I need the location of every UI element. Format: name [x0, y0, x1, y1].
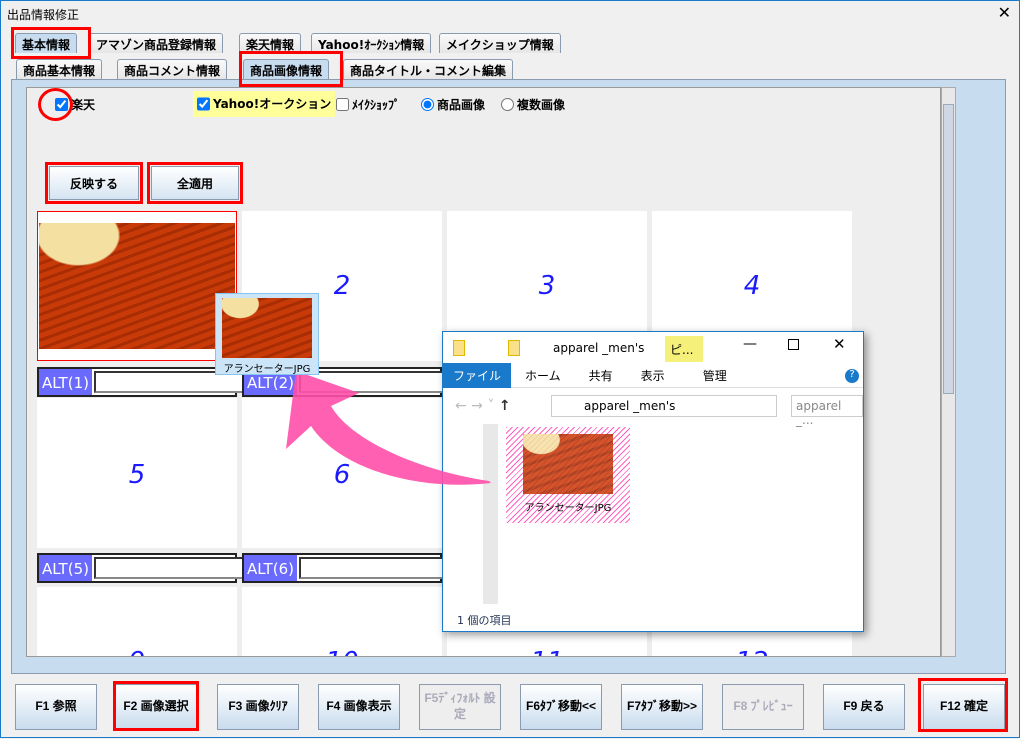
- ribbon-manage[interactable]: 管理: [679, 367, 751, 384]
- radio-single-label: 商品画像: [437, 98, 486, 112]
- f7-button[interactable]: F7ﾀﾌﾞ移動>>: [621, 684, 703, 730]
- radio-multi-label: 複数画像: [517, 98, 566, 112]
- folder-icon: [453, 340, 465, 356]
- maximize-icon[interactable]: [788, 339, 799, 350]
- alt-field-1: ALT(1): [37, 367, 275, 397]
- f2-button[interactable]: F2 画像選択: [115, 684, 197, 730]
- alt-field-6: ALT(6): [242, 553, 480, 583]
- sweater-image: [39, 223, 235, 349]
- minimize-icon[interactable]: —: [743, 336, 757, 352]
- f9-button[interactable]: F9 戻る: [823, 684, 905, 730]
- search-box[interactable]: apparel _...: [791, 395, 863, 427]
- makeshop-label: ﾒｲｸｼｮｯﾌﾟ: [352, 98, 401, 112]
- slot-number: 4: [743, 271, 761, 301]
- tab-product-basic[interactable]: 商品基本情報: [16, 59, 103, 79]
- slot-number: 3: [538, 271, 556, 301]
- slot-number: 12: [652, 647, 852, 656]
- slot-number: 5: [128, 460, 146, 490]
- alt-label: ALT(6): [244, 555, 297, 581]
- tab-yahoo[interactable]: Yahoo!ｵｰｸｼｮﾝ情報: [311, 33, 432, 53]
- ribbon-share[interactable]: 共有: [575, 367, 627, 384]
- ribbon-file[interactable]: ファイル: [443, 363, 512, 388]
- file-name: アランセーターJPG: [524, 503, 612, 514]
- close-icon[interactable]: ✕: [998, 3, 1011, 22]
- f8-button[interactable]: F8 ﾌﾟﾚﾋﾞｭｰ: [722, 684, 804, 730]
- alt-label: ALT(5): [39, 555, 92, 581]
- makeshop-checkbox[interactable]: ﾒｲｸｼｮｯﾌﾟ: [336, 96, 400, 113]
- nav-back-forward-icons[interactable]: ← → ˅ ↑: [455, 398, 511, 414]
- explorer-title: apparel _men's: [553, 341, 645, 355]
- f12-button[interactable]: F12 確定: [923, 684, 1005, 730]
- apply-all-button[interactable]: 全適用: [151, 166, 239, 200]
- ribbon-home[interactable]: ホーム: [511, 367, 575, 384]
- folder-icon: [508, 340, 520, 356]
- address-bar[interactable]: apparel _men's: [551, 395, 777, 417]
- address-path: apparel _men's: [584, 399, 676, 413]
- drag-label: アランセーターJPG: [223, 364, 311, 375]
- image-slot-6[interactable]: 6: [242, 398, 442, 548]
- tab-basic[interactable]: 基本情報: [15, 33, 78, 53]
- image-slot-1[interactable]: [37, 211, 237, 361]
- ribbon-view[interactable]: 表示: [627, 367, 679, 384]
- yahoo-label: Yahoo!オークション: [213, 97, 332, 111]
- picture-tools-tab[interactable]: ピ...: [665, 336, 703, 362]
- f4-button[interactable]: F4 画像表示: [318, 684, 400, 730]
- rakuten-label: 楽天: [71, 98, 96, 112]
- alt-field-5: ALT(5): [37, 553, 275, 583]
- tab-title-edit[interactable]: 商品タイトル・コメント編集: [343, 59, 514, 79]
- tab-amazon[interactable]: アマゾン商品登録情報: [89, 33, 224, 53]
- tab-makeshop[interactable]: メイクショップ情報: [439, 33, 561, 53]
- status-bar: 1 個の項目: [457, 614, 512, 627]
- nav-scrollbar[interactable]: [483, 424, 498, 604]
- slot-number: 11: [447, 647, 647, 656]
- apply-button[interactable]: 反映する: [49, 166, 139, 200]
- close-icon[interactable]: ✕: [833, 335, 846, 353]
- window-title: 出品情報修正: [7, 8, 80, 22]
- file-item[interactable]: アランセーターJPG: [506, 427, 630, 523]
- yahoo-checkbox[interactable]: Yahoo!オークション: [193, 91, 336, 117]
- tab-product-image[interactable]: 商品画像情報: [243, 59, 330, 79]
- f5-button[interactable]: F5ﾃﾞｨﾌｫﾙﾄ 設定: [419, 684, 501, 730]
- help-icon[interactable]: ?: [845, 368, 859, 383]
- tab-product-comment[interactable]: 商品コメント情報: [117, 59, 228, 79]
- slot-number: 6: [333, 460, 351, 490]
- alt-label: ALT(1): [39, 369, 92, 395]
- drag-ghost: アランセーターJPG: [215, 293, 319, 375]
- slot-number: 10: [242, 647, 442, 656]
- slot-number: 9: [37, 647, 237, 656]
- f1-button[interactable]: F1 参照: [15, 684, 97, 730]
- scrollbar[interactable]: [941, 87, 956, 657]
- f3-button[interactable]: F3 画像ｸﾘｱ: [217, 684, 299, 730]
- radio-multi-image[interactable]: 複数画像: [501, 96, 565, 113]
- tab-rakuten[interactable]: 楽天情報: [239, 33, 302, 53]
- file-explorer-window: apparel _men's ピ... — ✕ ファイル ホーム 共有 表示 管…: [442, 331, 864, 632]
- f6-button[interactable]: F6ﾀﾌﾞ移動<<: [520, 684, 602, 730]
- image-slot-5[interactable]: 5: [37, 398, 237, 548]
- radio-single-image[interactable]: 商品画像: [421, 96, 485, 113]
